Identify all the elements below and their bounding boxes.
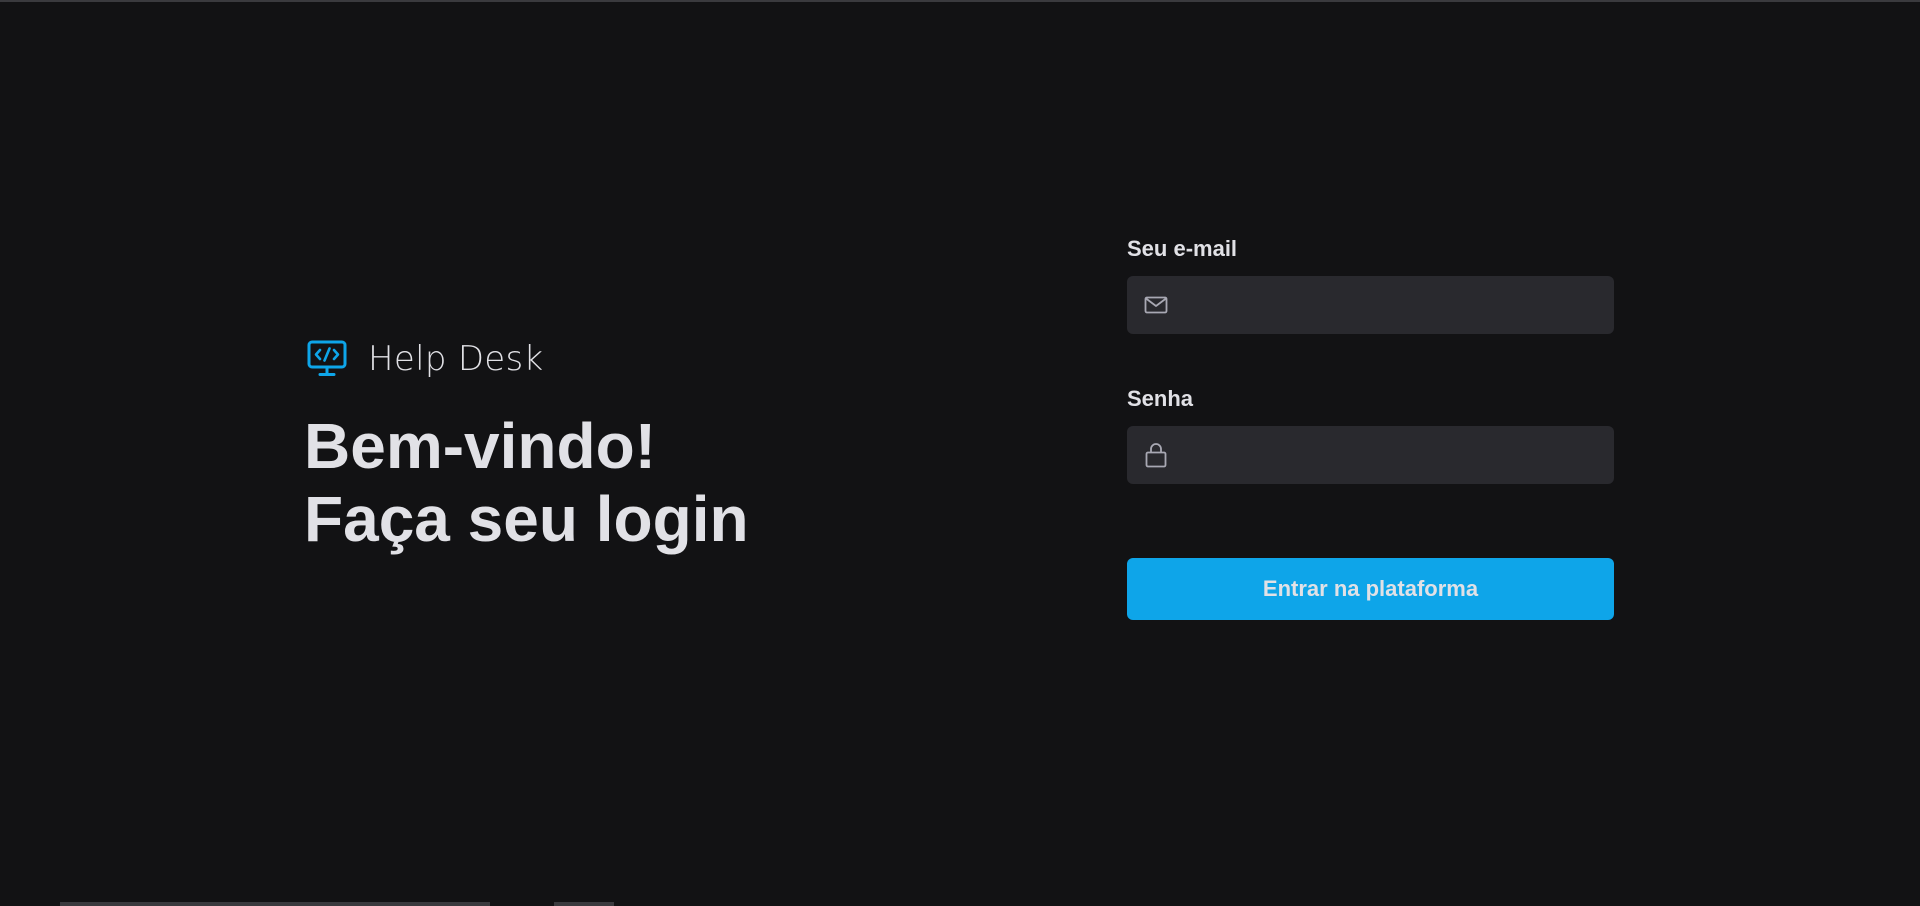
lock-icon <box>1127 426 1185 484</box>
login-form: Seu e-mail Senha Entrar na plataforma <box>1127 236 1614 620</box>
page-title: Bem-vindo! Faça seu login <box>304 410 749 556</box>
password-field-container[interactable] <box>1127 426 1614 484</box>
monitor-code-icon <box>306 338 348 380</box>
email-field-container[interactable] <box>1127 276 1614 334</box>
bottom-divider-small <box>554 902 614 906</box>
mail-icon <box>1127 276 1185 334</box>
top-border <box>0 0 1920 2</box>
brand: Help Desk <box>306 338 544 380</box>
password-label: Senha <box>1127 386 1194 411</box>
bottom-divider <box>60 902 490 906</box>
email-field[interactable] <box>1185 276 1614 334</box>
password-field[interactable] <box>1185 426 1614 484</box>
email-label: Seu e-mail <box>1127 236 1238 261</box>
headline-line-2: Faça seu login <box>304 483 749 555</box>
headline-line-1: Bem-vindo! <box>304 410 656 482</box>
login-button[interactable]: Entrar na plataforma <box>1127 558 1614 620</box>
brand-name: Help Desk <box>368 339 544 379</box>
login-page: Help Desk Bem-vindo! Faça seu login Seu … <box>0 0 1920 906</box>
